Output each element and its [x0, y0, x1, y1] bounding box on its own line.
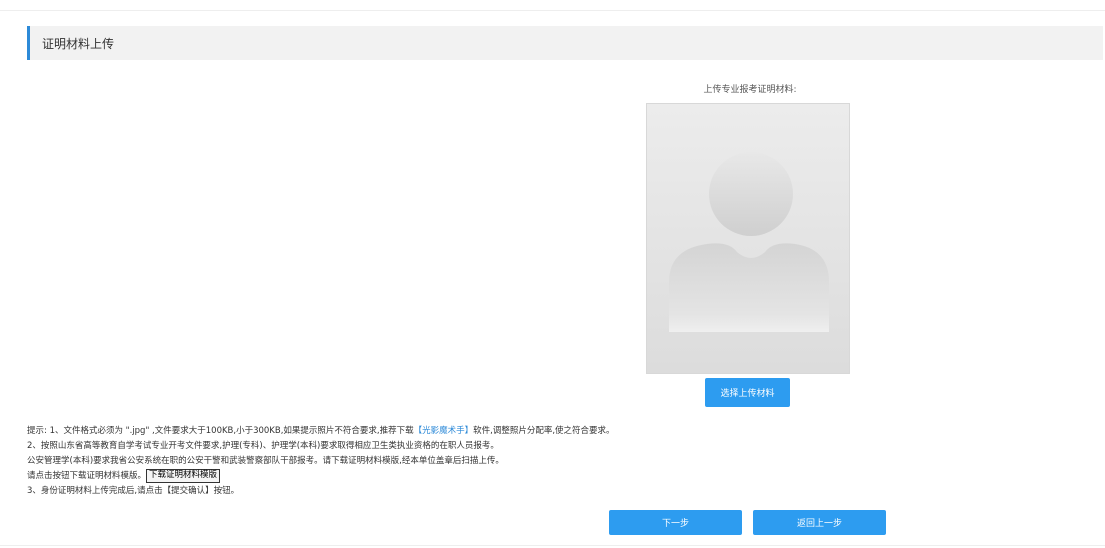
instructions: 提示: 1、文件格式必须为 ".jpg" ,文件要求大于100KB,小于300K… — [27, 424, 1087, 499]
note-line-5: 3、身份证明材料上传完成后,请点击【提交确认】按钮。 — [27, 486, 240, 496]
bottom-divider — [0, 545, 1105, 546]
section-header: 证明材料上传 — [27, 26, 1103, 60]
section-title: 证明材料上传 — [42, 37, 115, 51]
photo-preview — [646, 103, 850, 374]
person-silhouette-icon — [669, 152, 829, 332]
note-line-3: 公安管理学(本科)要求我省公安系统在职的公安干警和武装警察部队干部报考。请下载证… — [27, 456, 504, 466]
note-line-1: 提示: 1、文件格式必须为 ".jpg" ,文件要求大于100KB,小于300K… — [27, 424, 1087, 439]
top-divider — [0, 10, 1105, 11]
download-template-button[interactable]: 下载证明材料模版 — [146, 469, 221, 483]
note-line-4: 请点击按钮下载证明材料模版。 下载证明材料模版 — [27, 469, 1087, 484]
note-line-1-suffix: 软件,调整照片分配率,使之符合要求。 — [473, 426, 615, 436]
note-line-1-text: 提示: 1、文件格式必须为 ".jpg" ,文件要求大于100KB,小于300K… — [27, 426, 414, 436]
upload-label: 上传专业报考证明材料: — [703, 85, 797, 95]
select-upload-button[interactable]: 选择上传材料 — [705, 378, 790, 407]
note-line-2: 2、按照山东省高等教育自学考试专业开考文件要求,护理(专科)、护理学(本科)要求… — [27, 441, 499, 451]
next-step-button[interactable]: 下一步 — [609, 510, 742, 535]
note-line-4-text: 请点击按钮下载证明材料模版。 — [27, 471, 147, 481]
back-step-button[interactable]: 返回上一步 — [753, 510, 886, 535]
software-link[interactable]: 【光影魔术手】 — [414, 426, 474, 436]
